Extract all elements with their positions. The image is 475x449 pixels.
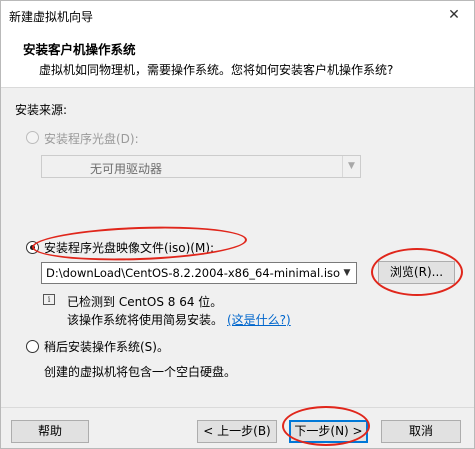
disc-radio[interactable] (26, 131, 39, 144)
chevron-down-icon[interactable]: ▼ (338, 263, 356, 283)
install-source-label: 安装来源: (15, 103, 68, 117)
what-is-this-link[interactable]: (这是什么?) (227, 311, 291, 328)
chevron-down-icon: ▼ (342, 156, 360, 177)
disc-radio-label: 安装程序光盘(D): (44, 132, 139, 146)
close-button[interactable]: ✕ (434, 1, 474, 31)
title-bar: 新建虚拟机向导 ✕ (1, 1, 474, 31)
back-button[interactable]: < 上一步(B) (197, 420, 277, 443)
info-icon: i (43, 294, 55, 305)
disc-drive-dropdown[interactable]: 无可用驱动器 ▼ (41, 155, 361, 178)
detected-os-text: 已检测到 CentOS 8 64 位。 (67, 295, 223, 309)
install-later-description: 创建的虚拟机将包含一个空白硬盘。 (44, 365, 237, 379)
help-button[interactable]: 帮助 (11, 420, 89, 443)
next-button[interactable]: 下一步(N) > (289, 420, 368, 443)
iso-path-dropdown[interactable]: D:\downLoad\CentOS-8.2.2004-x86_64-minim… (41, 262, 357, 284)
iso-path-value: D:\downLoad\CentOS-8.2.2004-x86_64-minim… (46, 266, 341, 280)
page-subtitle: 虚拟机如同物理机，需要操作系统。您将如何安装客户机操作系统? (39, 63, 394, 77)
footer-divider (1, 407, 474, 408)
easy-install-text: 该操作系统将使用简易安装。 (67, 313, 224, 327)
disc-drive-value: 无可用驱动器 (90, 162, 163, 176)
iso-radio-label: 安装程序光盘映像文件(iso)(M): (44, 241, 215, 255)
new-vm-wizard-window: 新建虚拟机向导 ✕ 安装客户机操作系统 虚拟机如同物理机，需要操作系统。您将如何… (0, 0, 475, 449)
cancel-button[interactable]: 取消 (381, 420, 461, 443)
browse-button[interactable]: 浏览(R)... (378, 261, 455, 284)
install-later-radio[interactable] (26, 340, 39, 353)
install-later-label: 稍后安装操作系统(S)。 (44, 340, 169, 354)
iso-radio[interactable] (26, 241, 39, 254)
page-title: 安装客户机操作系统 (23, 42, 136, 57)
wizard-header: 安装客户机操作系统 虚拟机如同物理机，需要操作系统。您将如何安装客户机操作系统? (1, 31, 474, 88)
window-title: 新建虚拟机向导 (9, 10, 94, 24)
